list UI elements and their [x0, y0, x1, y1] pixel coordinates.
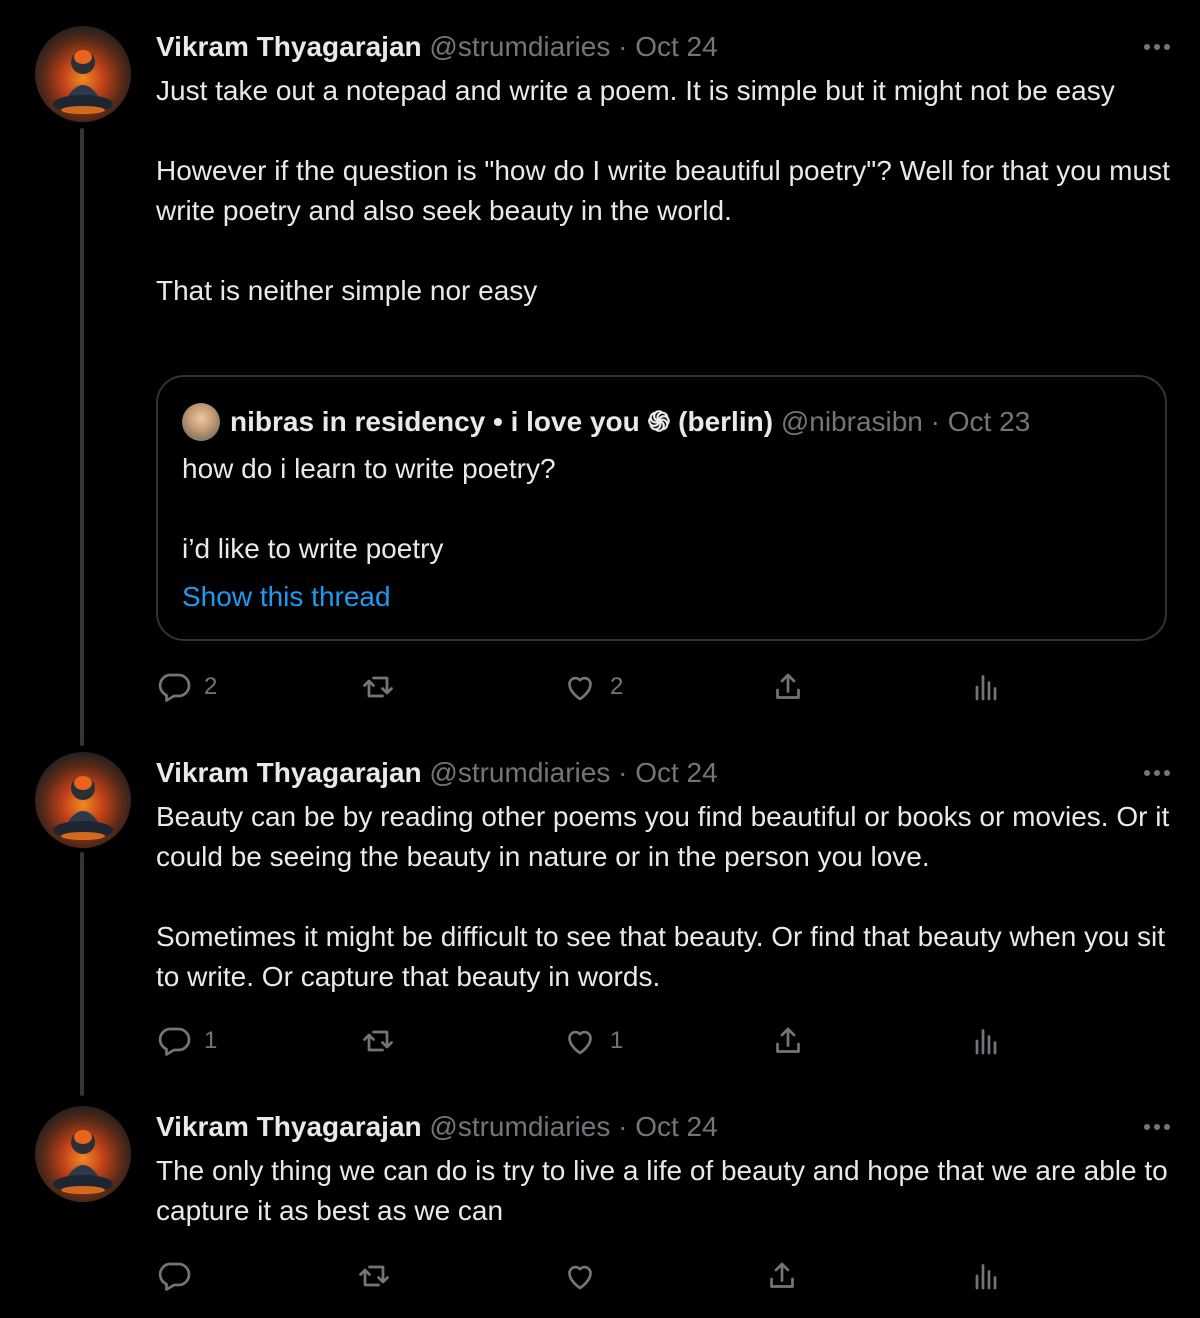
like-count: 1: [610, 1027, 624, 1054]
tweet-3[interactable]: Vikram Thyagarajan @strumdiaries · Oct 2…: [0, 1100, 1200, 1318]
quoted-line: i’d like to write poetry: [182, 533, 444, 564]
tweet-text: Beauty can be by reading other poems you…: [156, 797, 1176, 997]
like-count: 2: [610, 673, 624, 700]
share-icon: [776, 673, 800, 699]
analytics-button[interactable]: [968, 1021, 1004, 1061]
analytics-button[interactable]: [968, 1256, 1004, 1296]
like-button[interactable]: 1: [562, 1021, 623, 1061]
retweet-icon: [363, 1030, 393, 1052]
tweet-paragraph: The only thing we can do is try to live …: [156, 1155, 1168, 1226]
quoted-line: how do i learn to write poetry?: [182, 453, 556, 484]
quoted-author-name: nibras in residency • i love you ֍ (berl…: [230, 406, 774, 437]
retweet-button[interactable]: [360, 1021, 396, 1061]
quoted-avatar: [182, 403, 220, 441]
like-icon: [568, 676, 592, 701]
like-icon: [568, 1265, 592, 1290]
reply-button[interactable]: 2: [156, 667, 217, 707]
tweet-text: Just take out a notepad and write a poem…: [156, 71, 1176, 311]
tweet-header: Vikram Thyagarajan @strumdiaries · Oct 2…: [156, 30, 718, 64]
quoted-text: how do i learn to write poetry? i’d like…: [182, 449, 556, 569]
reply-icon: [158, 673, 191, 702]
analytics-button[interactable]: [968, 667, 1004, 707]
tweet-date[interactable]: Oct 24: [635, 1111, 717, 1142]
tweet-1[interactable]: Vikram Thyagarajan @strumdiaries · Oct 2…: [0, 0, 1200, 750]
author-handle[interactable]: @strumdiaries: [429, 31, 610, 62]
retweet-button[interactable]: [360, 667, 396, 707]
show-thread-link[interactable]: Show this thread: [182, 579, 391, 615]
share-icon: [770, 1262, 794, 1288]
tweet-paragraph: However if the question is "how do I wri…: [156, 155, 1170, 226]
action-bar: 2 2: [156, 667, 1056, 707]
share-button[interactable]: [764, 1256, 800, 1296]
quoted-date: Oct 23: [947, 406, 1031, 437]
tweet-paragraph: That is neither simple nor easy: [156, 275, 538, 306]
retweet-icon: [359, 1265, 389, 1287]
author-handle[interactable]: @strumdiaries: [429, 1111, 610, 1142]
share-button[interactable]: [770, 1021, 806, 1061]
share-icon: [776, 1027, 800, 1053]
separator-dot: ·: [618, 757, 628, 788]
like-button[interactable]: [562, 1256, 610, 1296]
reply-count: 2: [204, 673, 218, 700]
author-name[interactable]: Vikram Thyagarajan: [156, 757, 422, 788]
separator-dot: ·: [618, 1111, 628, 1142]
separator-dot: ·: [618, 31, 628, 62]
tweet-paragraph: Beauty can be by reading other poems you…: [156, 801, 1170, 872]
tweet-header: Vikram Thyagarajan @strumdiaries · Oct 2…: [156, 1110, 718, 1144]
meditating-figure-icon: [53, 776, 113, 840]
more-options-icon[interactable]: [1140, 1122, 1174, 1132]
tweet-date[interactable]: Oct 24: [635, 31, 717, 62]
separator-dot: ·: [930, 406, 940, 437]
meditating-figure-icon: [53, 1130, 113, 1194]
avatar[interactable]: [35, 752, 131, 848]
retweet-button[interactable]: [356, 1256, 392, 1296]
reply-icon: [158, 1027, 191, 1056]
reply-icon: [158, 1262, 191, 1291]
avatar[interactable]: [35, 26, 131, 122]
tweet-paragraph: Sometimes it might be difficult to see t…: [156, 921, 1166, 992]
analytics-icon: [975, 675, 997, 701]
analytics-icon: [975, 1264, 997, 1290]
meditating-figure-icon: [53, 50, 113, 114]
author-name[interactable]: Vikram Thyagarajan: [156, 31, 422, 62]
reply-count: 1: [204, 1027, 218, 1054]
like-icon: [568, 1030, 592, 1055]
tweet-paragraph: Just take out a notepad and write a poem…: [156, 75, 1115, 106]
quoted-handle: @nibrasibn: [780, 406, 923, 437]
author-name[interactable]: Vikram Thyagarajan: [156, 1111, 422, 1142]
avatar[interactable]: [35, 1106, 131, 1202]
action-bar: 1 1: [156, 1021, 1056, 1061]
analytics-icon: [975, 1029, 997, 1055]
reply-button[interactable]: 1: [156, 1021, 217, 1061]
tweet-2[interactable]: Vikram Thyagarajan @strumdiaries · Oct 2…: [0, 750, 1200, 1100]
quoted-tweet[interactable]: nibras in residency • i love you ֍ (berl…: [156, 375, 1167, 641]
tweet-date[interactable]: Oct 24: [635, 757, 717, 788]
reply-button[interactable]: [156, 1256, 204, 1296]
share-button[interactable]: [770, 667, 806, 707]
more-options-icon[interactable]: [1140, 768, 1174, 778]
action-bar: [156, 1256, 1056, 1296]
like-button[interactable]: 2: [562, 667, 623, 707]
retweet-icon: [363, 676, 393, 698]
tweet-header: Vikram Thyagarajan @strumdiaries · Oct 2…: [156, 756, 718, 790]
quoted-header: nibras in residency • i love you ֍ (berl…: [230, 405, 1030, 439]
author-handle[interactable]: @strumdiaries: [429, 757, 610, 788]
more-options-icon[interactable]: [1140, 42, 1174, 52]
tweet-text: The only thing we can do is try to live …: [156, 1151, 1176, 1231]
